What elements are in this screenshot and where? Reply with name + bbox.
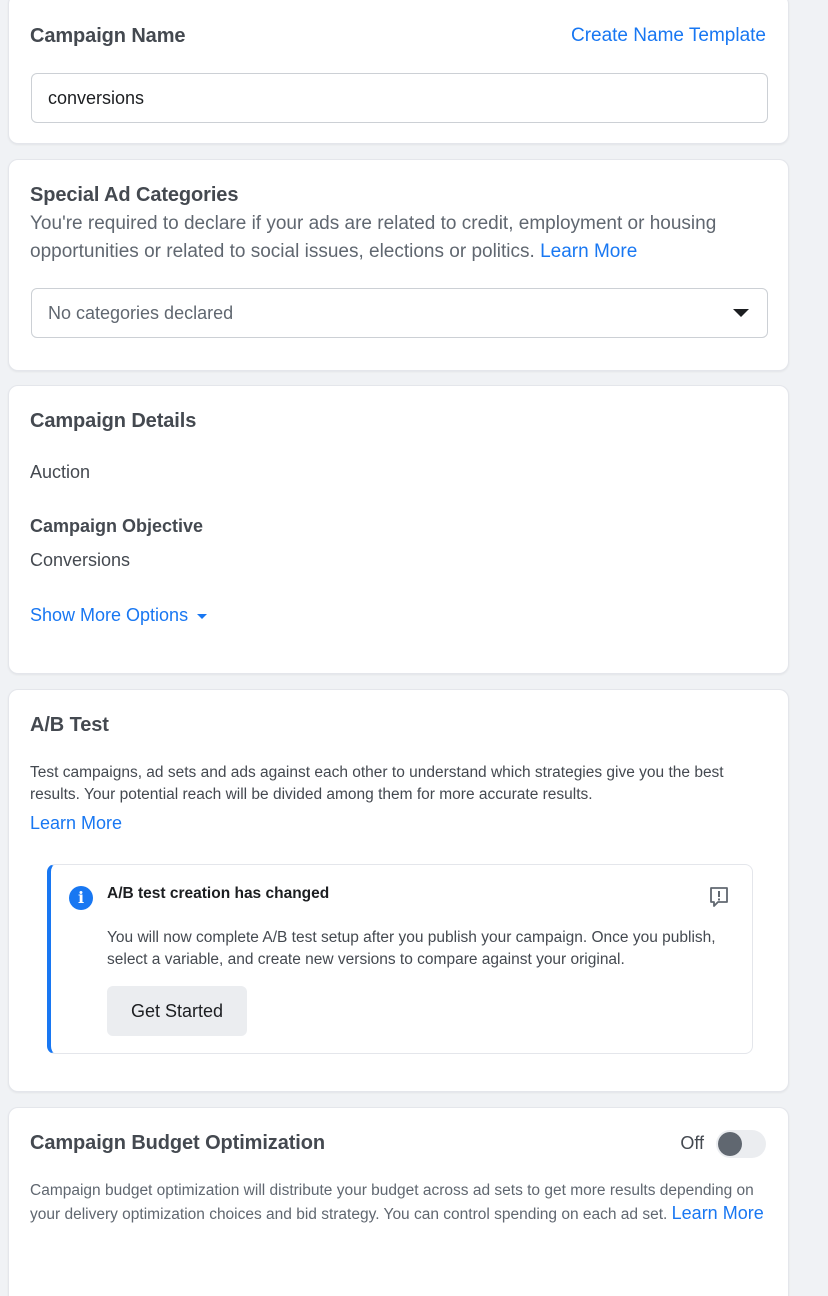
budget-optimization-toggle-label: Off — [680, 1133, 704, 1153]
feedback-icon[interactable] — [708, 886, 730, 908]
special-ad-categories-learn-more-link[interactable]: Learn More — [540, 241, 637, 262]
toggle-knob — [718, 1132, 742, 1156]
campaign-name-input[interactable]: conversions — [31, 73, 768, 123]
show-more-options-link[interactable]: Show More Options — [30, 605, 208, 626]
budget-optimization-description: Campaign budget optimization will distri… — [30, 1182, 764, 1223]
notice-title: A/B test creation has changed — [107, 885, 330, 902]
ab-test-learn-more-link[interactable]: Learn More — [30, 813, 122, 834]
campaign-name-title: Campaign Name — [30, 25, 186, 47]
special-ad-categories-description: You're required to declare if your ads a… — [30, 213, 717, 262]
budget-optimization-card: Campaign Budget Optimization Off Campaig… — [8, 1107, 789, 1296]
special-ad-categories-title: Special Ad Categories — [30, 184, 239, 206]
campaign-objective-label: Campaign Objective — [30, 516, 204, 536]
info-icon: i — [69, 886, 93, 910]
ab-test-notice: i A/B test creation has changed You will… — [47, 864, 753, 1054]
ab-test-card: A/B Test Test campaigns, ad sets and ads… — [8, 689, 789, 1092]
campaign-name-card: Campaign Name Create Name Template conve… — [8, 0, 789, 144]
show-more-options-label: Show More Options — [30, 605, 189, 625]
campaign-details-card: Campaign Details Auction Campaign Object… — [8, 385, 789, 674]
campaign-objective-value: Conversions — [30, 550, 131, 570]
budget-optimization-learn-more-link[interactable]: Learn More — [672, 1203, 764, 1223]
campaign-settings-panel: Campaign Name Create Name Template conve… — [0, 0, 828, 1296]
ab-test-title: A/B Test — [30, 714, 109, 736]
budget-optimization-toggle[interactable] — [716, 1130, 766, 1158]
campaign-details-title: Campaign Details — [30, 410, 197, 432]
buying-type-value: Auction — [30, 462, 91, 482]
budget-optimization-title: Campaign Budget Optimization — [30, 1132, 325, 1154]
special-ad-categories-card: Special Ad Categories You're required to… — [8, 159, 789, 371]
ab-test-description: Test campaigns, ad sets and ads against … — [30, 764, 724, 803]
special-ad-categories-select[interactable]: No categories declared — [31, 288, 768, 338]
create-name-template-link[interactable]: Create Name Template — [571, 25, 766, 47]
special-ad-categories-select-value: No categories declared — [48, 303, 234, 323]
caret-down-icon — [733, 309, 749, 317]
caret-down-icon — [197, 613, 208, 619]
notice-body: You will now complete A/B test setup aft… — [107, 929, 716, 968]
get-started-button[interactable]: Get Started — [107, 986, 247, 1036]
